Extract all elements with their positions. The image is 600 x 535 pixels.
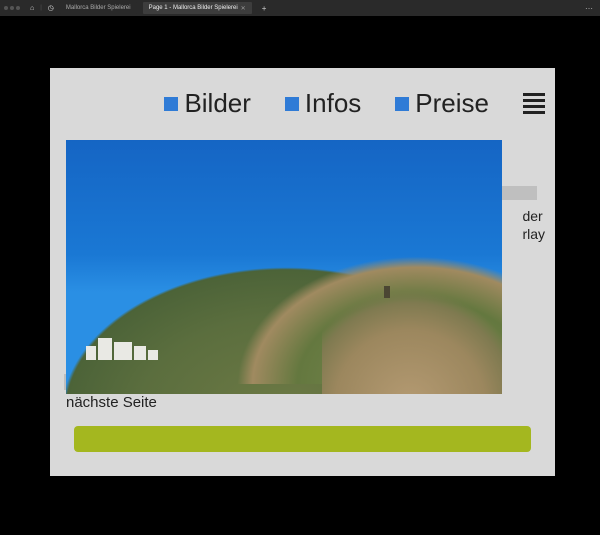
- home-icon[interactable]: ⌂: [30, 5, 34, 12]
- next-page-link[interactable]: nächste Seite: [66, 394, 157, 411]
- buildings-graphic: [86, 338, 158, 360]
- nav-label: Infos: [305, 88, 361, 119]
- square-bullet-icon: [285, 97, 299, 111]
- text-fragment: rlay: [522, 226, 545, 244]
- landscape-graphic: [66, 272, 502, 394]
- tab-label: Page 1 - Mallorca Bilder Spielerei: [149, 5, 238, 11]
- app-title-bar: ⌂ | ◷ Mallorca Bilder Spielerei Page 1 -…: [0, 0, 600, 16]
- tab-label: Mallorca Bilder Spielerei: [66, 5, 131, 11]
- window-traffic-lights[interactable]: [4, 6, 20, 10]
- hamburger-menu-icon[interactable]: [523, 93, 545, 114]
- nav-item-infos[interactable]: Infos: [285, 88, 361, 119]
- square-bullet-icon: [164, 97, 178, 111]
- overlay-clipped-text: der rlay: [522, 208, 545, 243]
- tower-graphic: [384, 286, 390, 298]
- text-fragment: der: [522, 208, 545, 226]
- nav-item-preise[interactable]: Preise: [395, 88, 489, 119]
- clock-icon[interactable]: ◷: [48, 4, 54, 12]
- square-bullet-icon: [395, 97, 409, 111]
- accent-bar: [74, 426, 531, 452]
- more-icon[interactable]: ⋯: [585, 4, 596, 13]
- top-nav: Bilder Infos Preise: [50, 88, 555, 119]
- artboard: Bilder Infos Preise der rlay nä: [50, 68, 555, 476]
- new-tab-button[interactable]: +: [258, 4, 271, 13]
- close-icon[interactable]: ✕: [241, 5, 246, 12]
- nav-label: Preise: [415, 88, 489, 119]
- tab-document-inactive[interactable]: Mallorca Bilder Spielerei: [60, 2, 137, 14]
- nav-item-bilder[interactable]: Bilder: [164, 88, 250, 119]
- tab-document-active[interactable]: Page 1 - Mallorca Bilder Spielerei ✕: [143, 2, 252, 14]
- hero-image-overlay[interactable]: [66, 140, 502, 394]
- separator: |: [40, 5, 42, 11]
- nav-label: Bilder: [184, 88, 250, 119]
- placeholder-box: [497, 186, 537, 200]
